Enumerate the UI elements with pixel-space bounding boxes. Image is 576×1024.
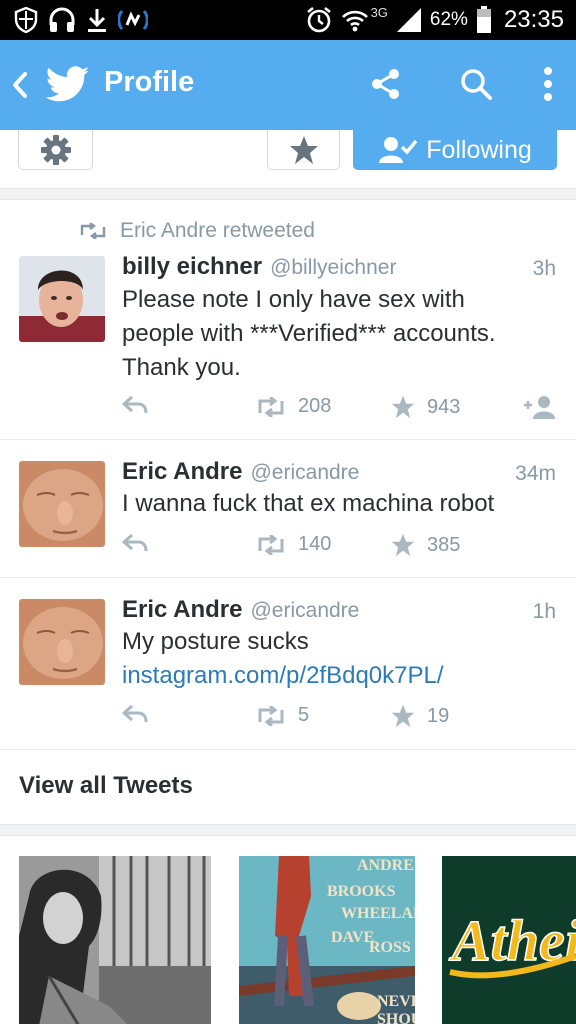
- retweet-icon: [258, 534, 284, 555]
- shield-icon: [14, 7, 38, 33]
- favorite-count: 385: [427, 533, 461, 556]
- tweet-header: Eric Andre @ericandre: [122, 596, 359, 624]
- signal-app-icon: [118, 10, 148, 30]
- settings-button[interactable]: [18, 130, 93, 170]
- alarm-icon: [306, 6, 331, 33]
- tweet-actions: 140 385: [0, 533, 576, 563]
- avatar[interactable]: [19, 599, 105, 685]
- author-name[interactable]: Eric Andre: [122, 596, 242, 624]
- tweet-text: I wanna fuck that ex machina robot: [122, 490, 495, 517]
- reply-icon: [122, 395, 148, 414]
- battery-percent: 62%: [429, 9, 468, 30]
- author-handle[interactable]: @ericandre: [250, 599, 359, 623]
- avatar[interactable]: [19, 256, 105, 342]
- retweet-count: 140: [298, 533, 332, 555]
- star-icon: [289, 135, 318, 164]
- favorite-count: 943: [427, 395, 461, 418]
- search-icon: [461, 69, 492, 100]
- tweet-time: 34m: [515, 462, 556, 485]
- retweet-button[interactable]: 140: [256, 533, 331, 556]
- section-divider: [0, 188, 576, 200]
- author-handle[interactable]: @ericandre: [250, 461, 359, 485]
- download-icon: [88, 9, 106, 32]
- svg-text:DAVE: DAVE: [331, 929, 374, 946]
- tweet-text: My posture sucks instagram.com/p/2fBdq0k…: [122, 625, 522, 693]
- retweet-count: 208: [298, 395, 332, 417]
- network-type: 3G: [370, 4, 388, 20]
- wifi-icon: [341, 10, 368, 32]
- app-bar: Profile: [0, 40, 576, 130]
- reply-button[interactable]: [122, 395, 148, 415]
- media-gallery: ANDRE BROOKS WHEELAN DAVE ROSS NEVER SHO…: [0, 838, 576, 1024]
- retweet-button[interactable]: 5: [256, 704, 309, 727]
- tweet-actions: 208 943: [0, 395, 576, 425]
- share-icon: [372, 69, 399, 99]
- overflow-menu-button[interactable]: [528, 64, 568, 104]
- media-thumbnail[interactable]: ANDRE BROOKS WHEELAN DAVE ROSS NEVER SHO…: [239, 856, 415, 1024]
- svg-text:ANDRE: ANDRE: [357, 857, 414, 874]
- twitter-bird-icon[interactable]: [46, 62, 90, 106]
- follow-user-button[interactable]: [522, 395, 556, 419]
- back-chevron-icon[interactable]: [10, 70, 30, 100]
- tweet-item[interactable]: Eric Andre @ericandre 34m I wanna fuck t…: [0, 440, 576, 578]
- tweet-time: 3h: [532, 257, 556, 280]
- author-handle[interactable]: @billyeichner: [270, 256, 396, 280]
- retweet-label: Eric Andre retweeted: [120, 219, 315, 242]
- add-user-icon: [524, 396, 555, 419]
- tweet-header: Eric Andre @ericandre: [122, 458, 359, 486]
- media-thumbnail[interactable]: [19, 856, 211, 1024]
- retweet-icon: [258, 705, 284, 726]
- overflow-menu-icon: [544, 67, 552, 101]
- svg-text:BROOKS: BROOKS: [327, 883, 396, 900]
- reply-icon: [122, 704, 148, 723]
- tweet-link[interactable]: instagram.com/p/2fBdq0k7PL/: [122, 662, 444, 689]
- following-button[interactable]: Following: [353, 130, 557, 170]
- profile-actions: Following: [0, 130, 576, 188]
- tweet-actions: 5 19: [0, 704, 576, 734]
- favorite-count: 19: [427, 704, 450, 727]
- favorite-button[interactable]: 19: [391, 704, 449, 728]
- following-label: Following: [426, 135, 532, 164]
- retweet-icon: [258, 396, 284, 417]
- tweet-text: Please note I only have sex with people …: [122, 286, 496, 381]
- view-all-label: View all Tweets: [19, 772, 193, 799]
- page-title: Profile: [104, 66, 195, 98]
- retweet-icon: [80, 223, 106, 239]
- retweet-context: Eric Andre retweeted: [80, 219, 315, 243]
- svg-text:WHEELAN: WHEELAN: [341, 905, 415, 922]
- cell-signal-icon: [396, 8, 421, 32]
- svg-text:ROSS: ROSS: [369, 939, 411, 956]
- retweet-count: 5: [298, 704, 310, 726]
- follow-check-icon: [379, 137, 418, 163]
- tweet-text-body: My posture sucks: [122, 628, 309, 655]
- retweet-button[interactable]: 208: [256, 395, 331, 418]
- search-button[interactable]: [456, 64, 496, 104]
- favorite-button[interactable]: 385: [391, 533, 460, 557]
- favorite-button[interactable]: 943: [391, 395, 460, 419]
- tweet-item[interactable]: Eric Andre retweeted billy eichner @bill…: [0, 201, 576, 440]
- star-icon: [391, 395, 415, 419]
- author-name[interactable]: Eric Andre: [122, 458, 242, 486]
- section-divider: [0, 824, 576, 836]
- tweet-time: 1h: [532, 600, 556, 623]
- svg-text:SHOUT: SHOUT: [377, 1011, 415, 1024]
- reply-button[interactable]: [122, 533, 148, 553]
- view-all-tweets-button[interactable]: View all Tweets: [0, 750, 576, 824]
- headphones-icon: [49, 7, 75, 32]
- share-button[interactable]: [366, 64, 406, 104]
- gear-icon: [40, 134, 71, 165]
- reply-icon: [122, 533, 148, 552]
- tweet-header: billy eichner @billyeichner: [122, 253, 396, 281]
- author-name[interactable]: billy eichner: [122, 253, 262, 281]
- star-icon: [391, 533, 415, 557]
- tweet-item[interactable]: Eric Andre @ericandre 1h My posture suck…: [0, 578, 576, 750]
- battery-icon: [476, 6, 491, 33]
- favorite-profile-button[interactable]: [267, 130, 340, 170]
- reply-button[interactable]: [122, 704, 148, 724]
- star-icon: [391, 704, 415, 728]
- clock: 23:35: [503, 6, 564, 33]
- status-bar: 3G 62% 23:35: [0, 0, 576, 40]
- svg-text:NEVER: NEVER: [377, 993, 415, 1010]
- media-thumbnail[interactable]: Athei: [442, 856, 576, 1024]
